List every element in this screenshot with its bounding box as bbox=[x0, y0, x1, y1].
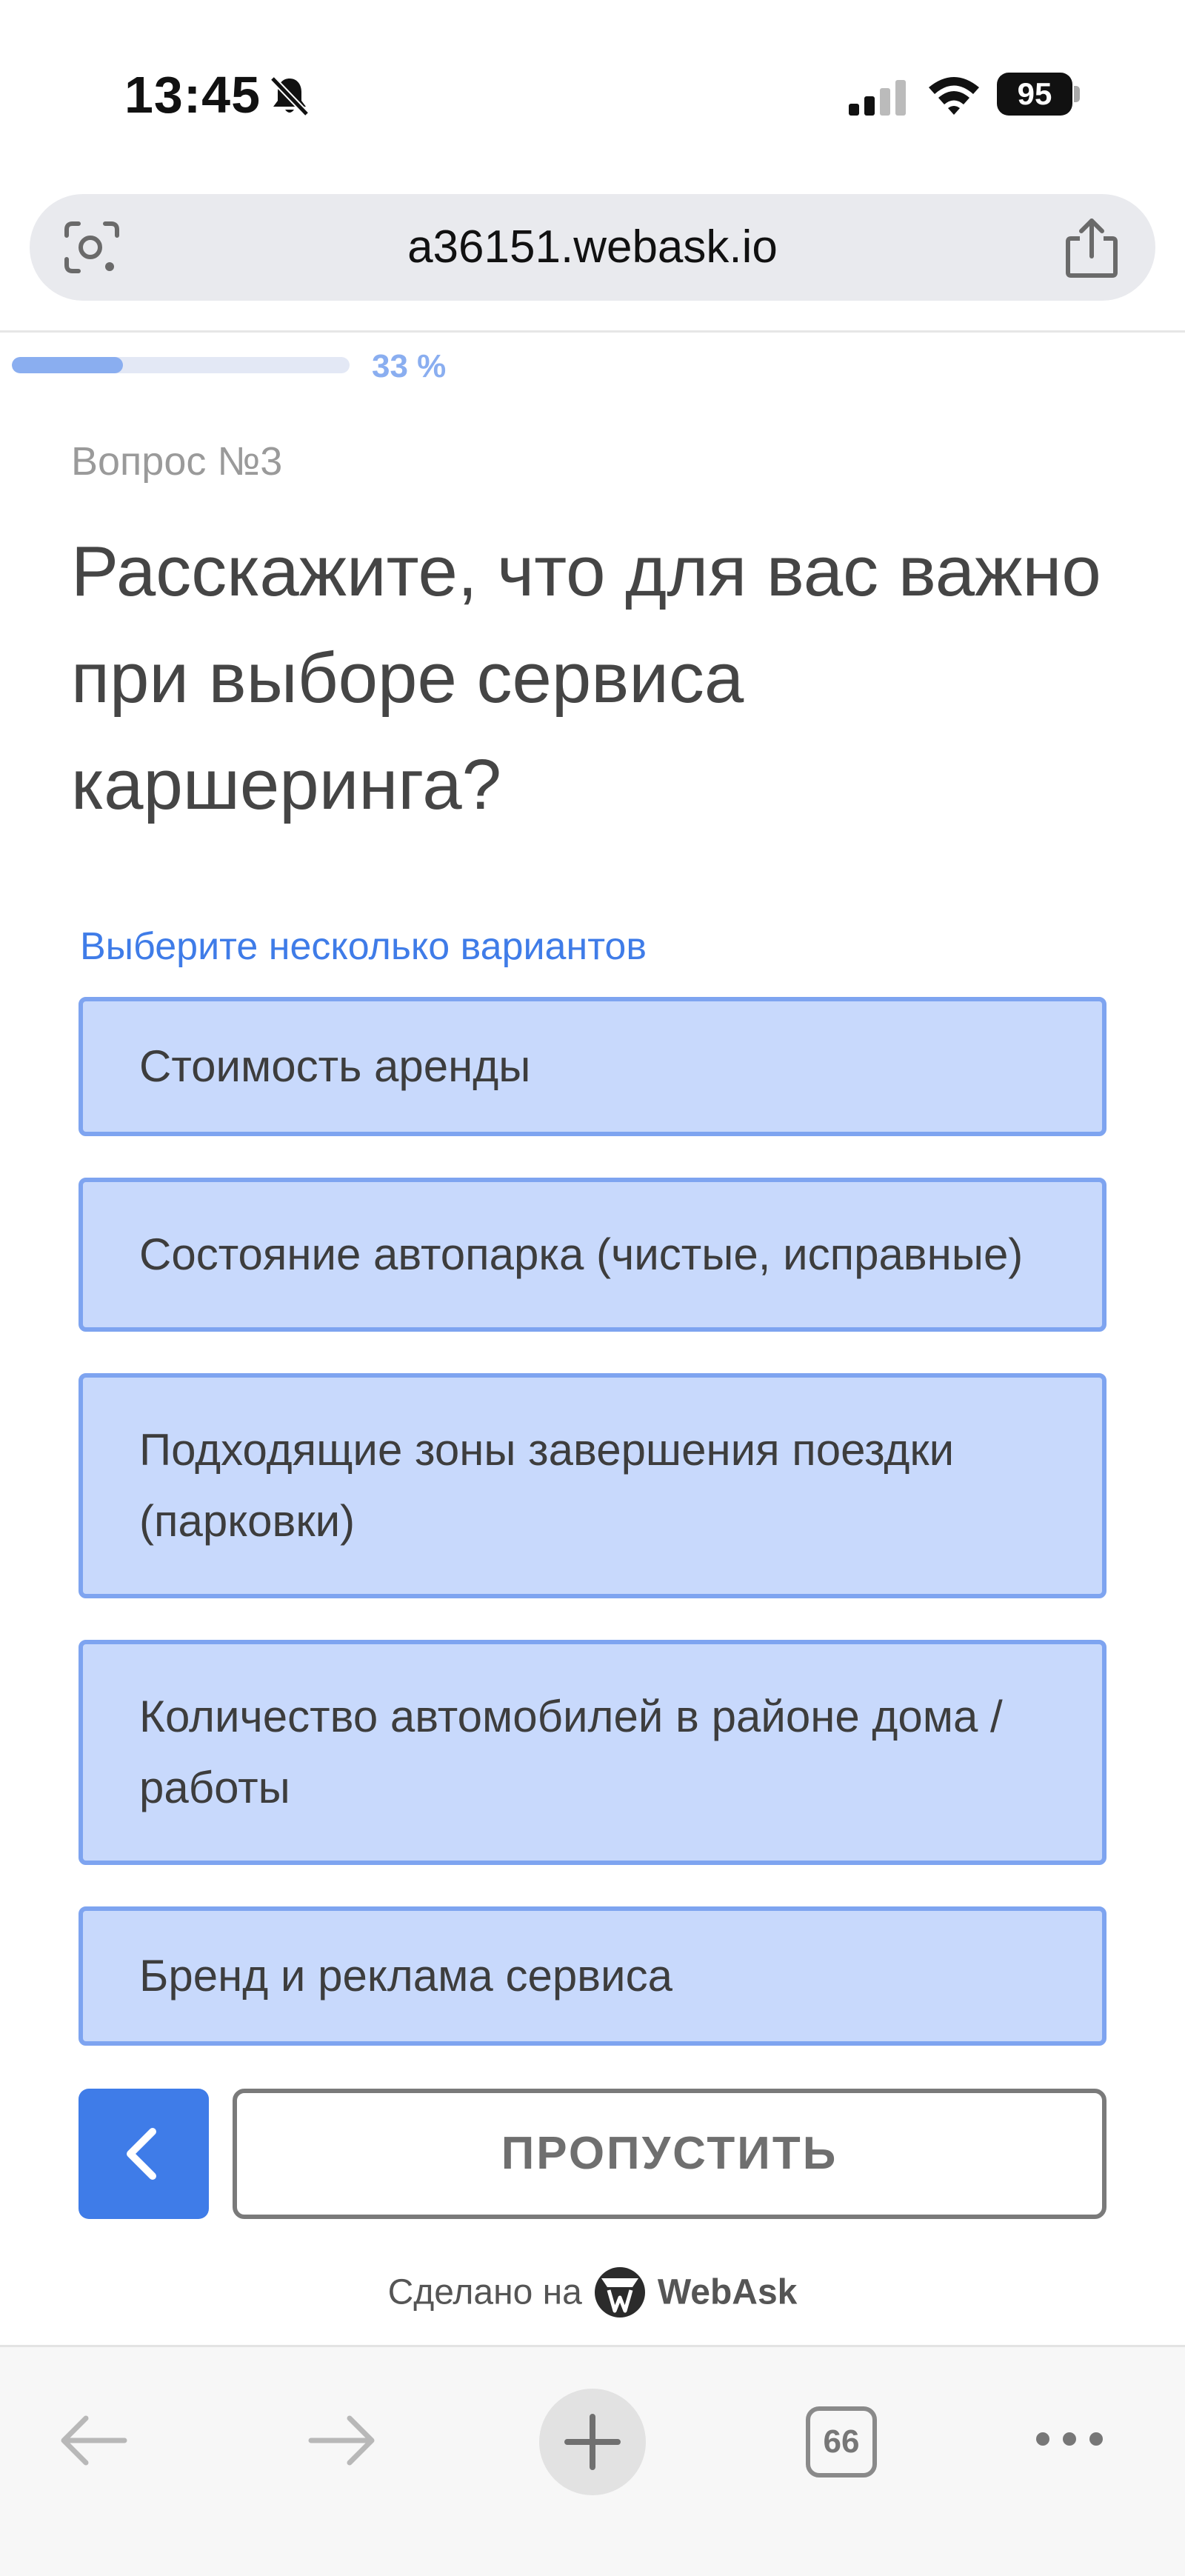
bell-slash-icon bbox=[270, 76, 310, 117]
more-icon[interactable] bbox=[1032, 2424, 1106, 2454]
chevron-left-icon bbox=[127, 2128, 156, 2180]
question-title: Расскажите, что для вас важно при выборе… bbox=[71, 532, 1101, 824]
signal-icon bbox=[849, 80, 906, 116]
progress-label: 33 % bbox=[372, 348, 447, 384]
wifi-icon bbox=[929, 77, 979, 115]
option-brand-advertising[interactable]: Бренд и реклама сервиса bbox=[79, 1906, 1106, 2046]
arrow-right-icon[interactable] bbox=[307, 2411, 378, 2470]
option-parking-zones[interactable]: Подходящие зоны завершения поездки (парк… bbox=[79, 1373, 1106, 1598]
brand-name: WebAsk bbox=[657, 2272, 798, 2312]
status-time: 13:45 bbox=[124, 66, 261, 124]
tabs-button[interactable]: 66 bbox=[806, 2406, 877, 2477]
battery-level: 95 bbox=[1017, 76, 1052, 111]
battery-icon: 95 bbox=[997, 73, 1080, 116]
answer-options: Стоимость аренды Состояние автопарка (чи… bbox=[79, 997, 1106, 2087]
back-button[interactable] bbox=[79, 2089, 209, 2219]
option-rental-cost[interactable]: Стоимость аренды bbox=[79, 997, 1106, 1136]
address-bar[interactable]: a36151.webask.io bbox=[30, 194, 1155, 301]
share-icon[interactable] bbox=[1064, 216, 1120, 278]
made-with-label: Сделано на bbox=[387, 2272, 582, 2312]
browser-toolbar: 66 bbox=[0, 2345, 1185, 2576]
option-fleet-condition[interactable]: Состояние автопарка (чистые, исправные) bbox=[79, 1178, 1106, 1332]
status-bar: 13:45 95 bbox=[0, 0, 1185, 170]
progress-bar bbox=[12, 357, 350, 373]
made-with-footer[interactable]: Сделано на WebAsk bbox=[0, 2265, 1185, 2324]
header-divider bbox=[0, 330, 1185, 333]
webask-logo-icon bbox=[594, 2267, 645, 2318]
question-number: Вопрос №3 bbox=[71, 439, 283, 484]
skip-button[interactable]: ПРОПУСТИТЬ bbox=[233, 2089, 1106, 2219]
plus-icon bbox=[564, 2414, 621, 2470]
option-car-availability[interactable]: Количество автомобилей в районе дома / р… bbox=[79, 1640, 1106, 1865]
url-text[interactable]: a36151.webask.io bbox=[30, 194, 1155, 301]
lens-icon[interactable] bbox=[64, 221, 120, 274]
progress-fill bbox=[12, 357, 124, 373]
new-tab-button[interactable] bbox=[539, 2389, 646, 2495]
question-hint: Выберите несколько вариантов bbox=[80, 925, 647, 968]
arrow-left-icon[interactable] bbox=[58, 2411, 129, 2470]
